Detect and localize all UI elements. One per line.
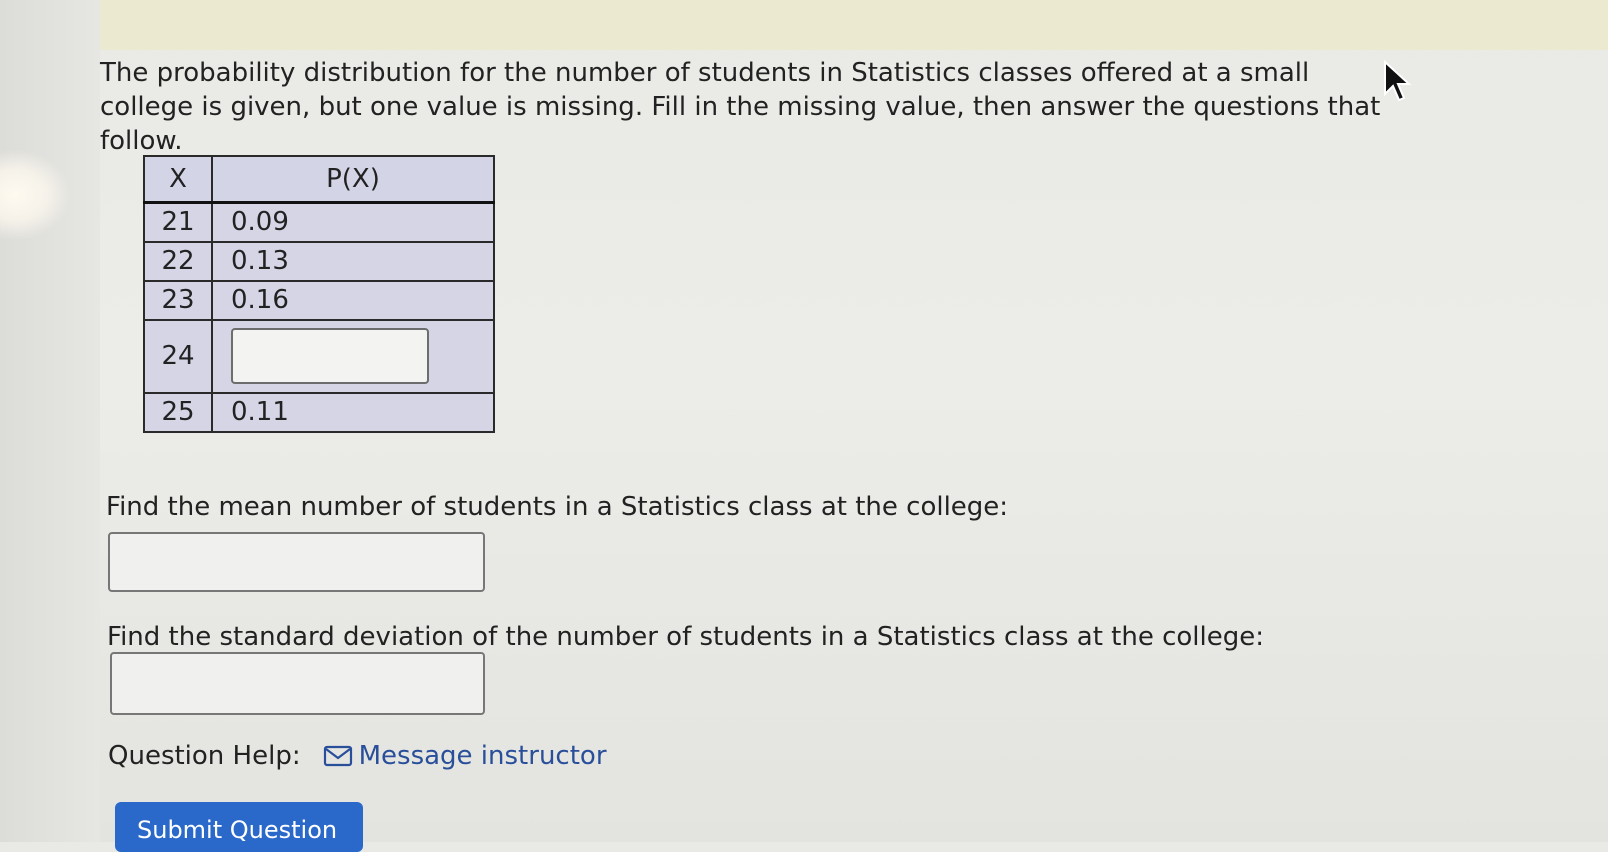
missing-probability-input[interactable] <box>231 328 429 384</box>
page-margin <box>0 0 100 842</box>
probability-value: 0.09 <box>211 201 495 243</box>
table-row: 23 0.16 <box>143 279 495 321</box>
missing-probability-cell <box>211 318 495 394</box>
mouse-cursor-icon <box>1384 60 1412 102</box>
sd-question-prompt: Find the standard deviation of the numbe… <box>107 622 1265 652</box>
table-row: 24 <box>143 318 495 394</box>
envelope-icon <box>323 744 353 768</box>
x-value: 23 <box>143 279 213 321</box>
probability-value: 0.16 <box>211 279 495 321</box>
mean-question-prompt: Find the mean number of students in a St… <box>106 492 1009 522</box>
x-value: 22 <box>143 240 213 282</box>
table-row: 25 0.11 <box>143 391 495 433</box>
column-header-px: P(X) <box>211 155 495 204</box>
probability-value: 0.11 <box>211 391 495 433</box>
mean-answer-input[interactable] <box>108 532 485 592</box>
probability-table: X P(X) 21 0.09 22 0.13 23 0.16 24 25 0.1… <box>143 155 495 433</box>
message-instructor-label: Message instructor <box>358 741 607 771</box>
x-value: 25 <box>143 391 213 433</box>
header-strip <box>100 0 1608 50</box>
submit-question-button[interactable]: Submit Question <box>115 802 363 852</box>
x-value: 21 <box>143 201 213 243</box>
table-row: 21 0.09 <box>143 201 495 243</box>
probability-value: 0.13 <box>211 240 495 282</box>
message-instructor-link[interactable]: Message instructor <box>323 741 607 771</box>
question-help-label: Question Help: <box>108 741 301 771</box>
column-header-x: X <box>143 155 213 204</box>
x-value: 24 <box>143 318 213 394</box>
question-help: Question Help: Message instructor <box>108 736 607 776</box>
table-row: 22 0.13 <box>143 240 495 282</box>
question-text: The probability distribution for the num… <box>100 58 1381 156</box>
sd-answer-input[interactable] <box>110 652 485 715</box>
table-header-row: X P(X) <box>143 155 495 204</box>
